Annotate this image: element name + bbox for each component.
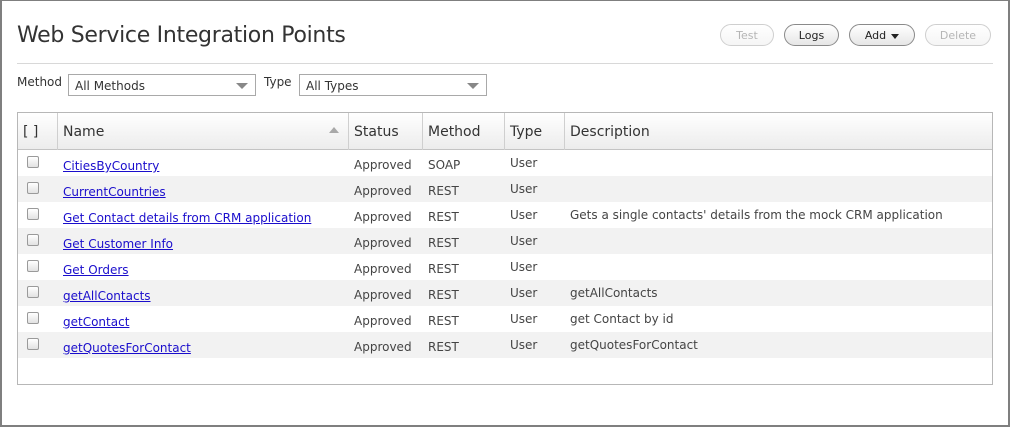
method-filter-select[interactable]: All Methods (68, 74, 256, 96)
add-button[interactable]: Add (849, 24, 915, 46)
column-header-name[interactable]: Name (58, 113, 349, 150)
dropdown-arrow-icon (236, 83, 248, 89)
row-description: getAllContacts (570, 286, 658, 300)
row-method: REST (428, 340, 459, 354)
row-type: User (510, 156, 538, 170)
caret-down-icon (891, 33, 900, 39)
table-row[interactable]: CurrentCountries Approved REST User (18, 176, 992, 202)
header-divider (17, 63, 993, 64)
column-header-method[interactable]: Method (423, 113, 505, 150)
row-checkbox[interactable] (27, 312, 39, 324)
row-checkbox[interactable] (27, 286, 39, 298)
row-type: User (510, 260, 538, 274)
table-row[interactable]: Get Orders Approved REST User (18, 254, 992, 280)
row-status: Approved (354, 314, 412, 328)
row-name-link[interactable]: CurrentCountries (63, 185, 166, 199)
dropdown-arrow-icon (467, 83, 479, 89)
row-checkbox[interactable] (27, 338, 39, 350)
row-method: REST (428, 236, 459, 250)
row-method: REST (428, 288, 459, 302)
row-description: Gets a single contacts' details from the… (570, 208, 943, 222)
table-row[interactable]: getContact Approved REST User get Contac… (18, 306, 992, 332)
row-description: get Contact by id (570, 312, 674, 326)
row-name-link[interactable]: getContact (63, 315, 129, 329)
page-title: Web Service Integration Points (17, 23, 346, 48)
row-method: REST (428, 262, 459, 276)
row-type: User (510, 182, 538, 196)
row-status: Approved (354, 288, 412, 302)
test-button[interactable]: Test (720, 24, 774, 46)
row-type: User (510, 208, 538, 222)
method-filter-value: All Methods (75, 79, 145, 93)
delete-button[interactable]: Delete (925, 24, 991, 46)
row-method: REST (428, 184, 459, 198)
row-type: User (510, 312, 538, 326)
row-type: User (510, 234, 538, 248)
row-checkbox[interactable] (27, 208, 39, 220)
table-row[interactable]: CitiesByCountry Approved SOAP User (18, 150, 992, 176)
row-method: REST (428, 314, 459, 328)
row-name-link[interactable]: Get Customer Info (63, 237, 173, 251)
column-header-description[interactable]: Description (565, 113, 992, 150)
row-name-link[interactable]: getQuotesForContact (63, 341, 191, 355)
table-row[interactable]: Get Contact details from CRM application… (18, 202, 992, 228)
row-checkbox[interactable] (27, 234, 39, 246)
type-filter-label: Type (264, 75, 292, 89)
table-row[interactable]: Get Customer Info Approved REST User (18, 228, 992, 254)
row-status: Approved (354, 262, 412, 276)
row-status: Approved (354, 340, 412, 354)
row-checkbox[interactable] (27, 156, 39, 168)
row-method: SOAP (428, 158, 461, 172)
row-name-link[interactable]: getAllContacts (63, 289, 151, 303)
table-row[interactable]: getQuotesForContact Approved REST User g… (18, 332, 992, 358)
row-type: User (510, 286, 538, 300)
row-description: getQuotesForContact (570, 338, 698, 352)
row-name-link[interactable]: Get Contact details from CRM application (63, 211, 311, 225)
row-type: User (510, 338, 538, 352)
type-filter-select[interactable]: All Types (299, 74, 487, 96)
logs-button[interactable]: Logs (784, 24, 839, 46)
row-status: Approved (354, 184, 412, 198)
sort-ascending-icon (329, 127, 339, 133)
row-checkbox[interactable] (27, 260, 39, 272)
column-header-select[interactable]: [ ] (18, 113, 58, 150)
row-name-link[interactable]: CitiesByCountry (63, 159, 159, 173)
table-row[interactable]: getAllContacts Approved REST User getAll… (18, 280, 992, 306)
column-header-type[interactable]: Type (505, 113, 565, 150)
row-checkbox[interactable] (27, 182, 39, 194)
row-status: Approved (354, 210, 412, 224)
integration-points-grid: [ ] Name Status Method Type Description … (17, 112, 993, 385)
type-filter-value: All Types (306, 79, 359, 93)
row-name-link[interactable]: Get Orders (63, 263, 129, 277)
window-frame: Web Service Integration Points Test Logs… (0, 0, 1010, 427)
add-button-label: Add (864, 28, 887, 42)
column-header-name-label: Name (63, 124, 105, 140)
column-header-status[interactable]: Status (349, 113, 423, 150)
row-status: Approved (354, 236, 412, 250)
grid-header: [ ] Name Status Method Type Description (18, 113, 992, 150)
method-filter-label: Method (17, 75, 63, 89)
row-method: REST (428, 210, 459, 224)
row-status: Approved (354, 158, 412, 172)
